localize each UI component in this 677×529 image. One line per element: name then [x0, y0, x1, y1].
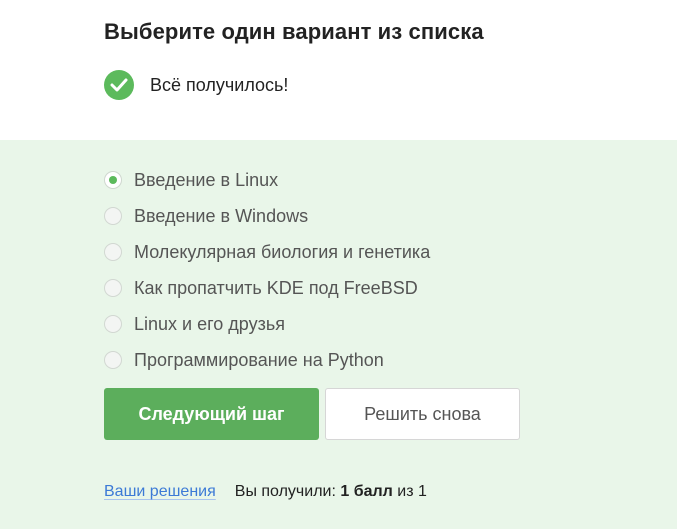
- radio-button[interactable]: [104, 351, 122, 369]
- option-item[interactable]: Linux и его друзья: [104, 306, 430, 342]
- check-circle-icon: [104, 70, 134, 100]
- action-buttons: Следующий шаг Решить снова: [104, 388, 520, 440]
- option-item[interactable]: Молекулярная биология и генетика: [104, 234, 430, 270]
- option-item[interactable]: Программирование на Python: [104, 342, 430, 378]
- radio-button[interactable]: [104, 279, 122, 297]
- option-label: Введение в Windows: [134, 205, 309, 226]
- success-message: Всё получилось!: [150, 74, 289, 95]
- option-label: Как пропатчить KDE под FreeBSD: [134, 277, 418, 298]
- radio-button[interactable]: [104, 243, 122, 261]
- footer: Ваши решения Вы получили: 1 балл из 1: [104, 483, 427, 501]
- header-section: Выберите один вариант из списка Всё полу…: [0, 0, 677, 140]
- option-label: Молекулярная биология и генетика: [134, 241, 431, 262]
- score-prefix: Вы получили:: [234, 483, 336, 500]
- success-status: Всё получилось!: [104, 70, 288, 100]
- page-title: Выберите один вариант из списка: [104, 19, 484, 44]
- solutions-link[interactable]: Ваши решения: [104, 483, 216, 501]
- radio-dot: [109, 176, 117, 184]
- option-item[interactable]: Введение в Windows: [104, 198, 430, 234]
- option-label: Linux и его друзья: [134, 313, 285, 334]
- option-label: Введение в Linux: [134, 169, 279, 190]
- score-of: из 1: [397, 483, 427, 500]
- option-label: Программирование на Python: [134, 349, 384, 370]
- radio-button[interactable]: [104, 315, 122, 333]
- score-value: 1 балл: [340, 483, 393, 500]
- quiz-panel: Введение в Linux Введение в Windows Моле…: [0, 140, 677, 529]
- option-item[interactable]: Введение в Linux: [104, 162, 430, 198]
- radio-button-selected[interactable]: [104, 171, 122, 189]
- score-text: Вы получили: 1 балл из 1: [235, 483, 427, 501]
- option-item[interactable]: Как пропатчить KDE под FreeBSD: [104, 270, 430, 306]
- retry-button[interactable]: Решить снова: [325, 388, 520, 440]
- checkmark-icon: [110, 78, 128, 92]
- options-list: Введение в Linux Введение в Windows Моле…: [104, 162, 430, 378]
- next-step-button[interactable]: Следующий шаг: [104, 388, 319, 440]
- radio-button[interactable]: [104, 207, 122, 225]
